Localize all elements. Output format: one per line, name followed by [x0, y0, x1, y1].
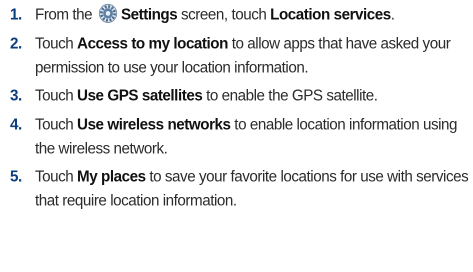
- step-2: 2. Touch Access to my location to allow a…: [0, 32, 473, 80]
- settings-label: Settings: [120, 6, 178, 24]
- step-text: From the: [35, 6, 96, 24]
- step-4: 4. Touch Use wireless networks to enable …: [0, 113, 473, 161]
- location-services-label: Location services: [270, 6, 391, 24]
- use-gps-satellites-label: Use GPS satellites: [77, 87, 203, 105]
- step-text: .: [390, 6, 395, 24]
- step-number: 2.: [10, 35, 22, 53]
- step-3: 3. Touch Use GPS satellites to enable the…: [0, 84, 473, 108]
- step-5: 5. Touch My places to save your favorite …: [0, 165, 473, 213]
- step-text: to enable the GPS satellite.: [202, 87, 378, 105]
- instruction-steps-list: 1. From the Settings screen, touch Locati…: [0, 3, 473, 217]
- step-text: screen, touch: [177, 6, 271, 24]
- step-number: 1.: [10, 6, 22, 24]
- step-number: 4.: [10, 116, 22, 134]
- access-to-my-location-label: Access to my location: [77, 35, 228, 53]
- step-text: Touch: [35, 168, 78, 186]
- my-places-label: My places: [77, 168, 146, 186]
- step-1: 1. From the Settings screen, touch Locati…: [0, 3, 473, 27]
- step-number: 5.: [10, 168, 22, 186]
- use-wireless-networks-label: Use wireless networks: [77, 116, 231, 134]
- step-text: Touch: [35, 116, 78, 134]
- step-text: Touch: [35, 35, 78, 53]
- step-text: Touch: [35, 87, 78, 105]
- settings-gear-icon: [98, 3, 118, 23]
- step-number: 3.: [10, 87, 22, 105]
